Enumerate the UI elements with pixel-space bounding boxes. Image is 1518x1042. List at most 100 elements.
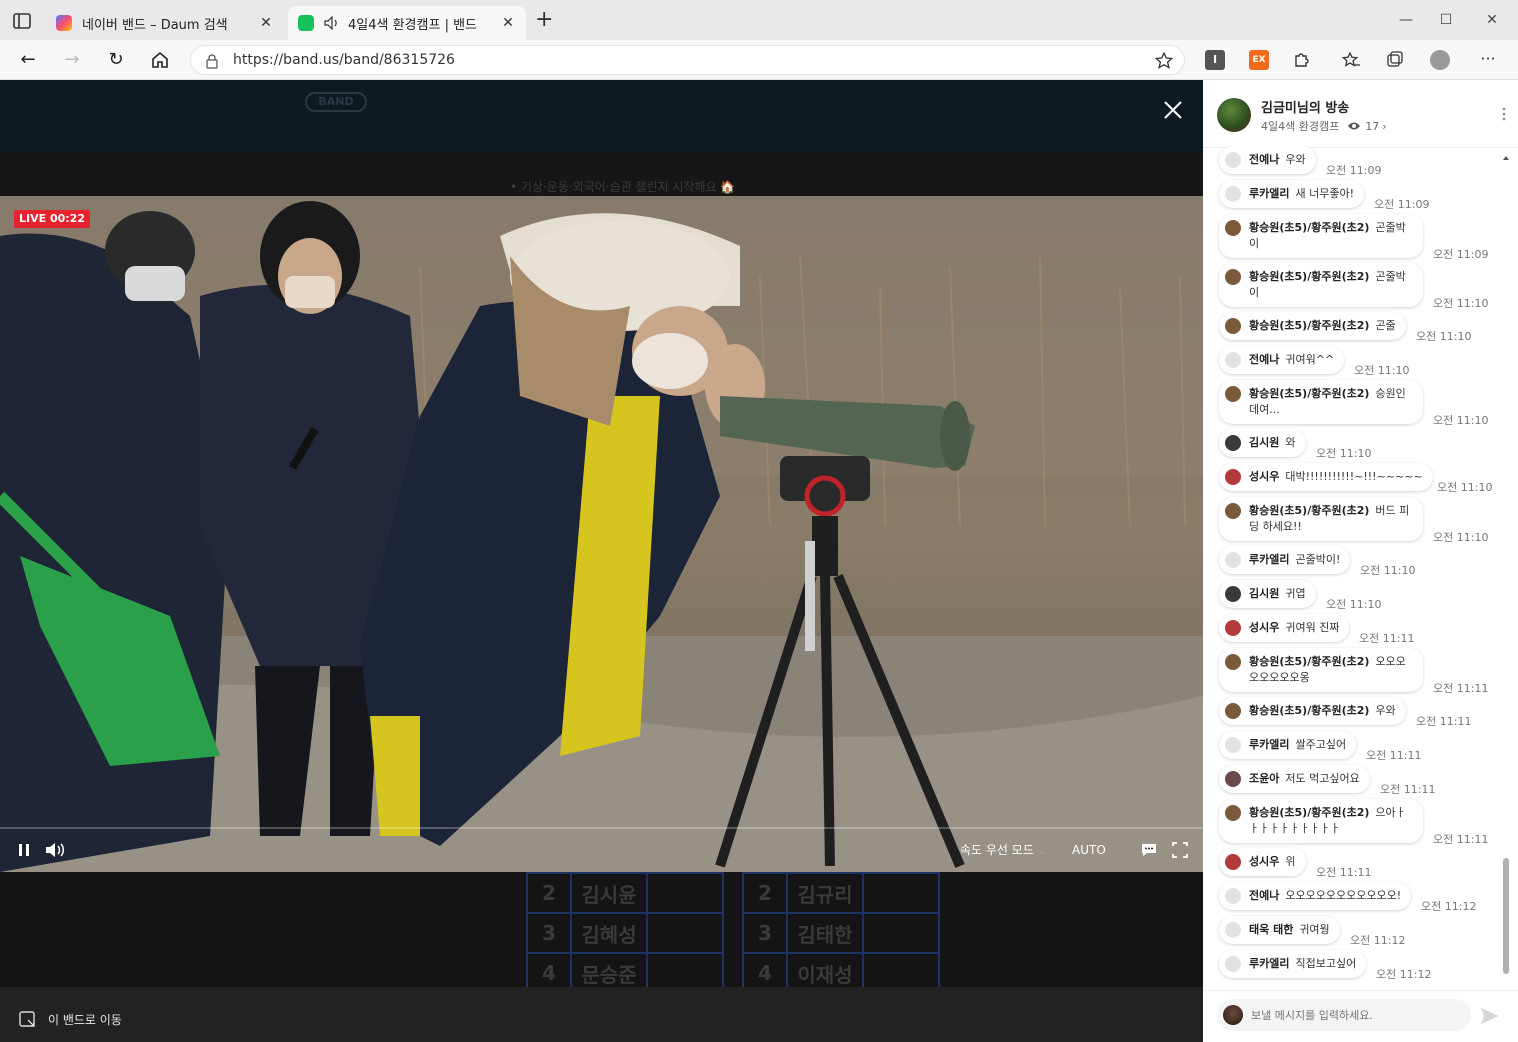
chat-username[interactable]: 성시우 [1249,470,1279,483]
chat-username[interactable]: 성시우 [1249,855,1279,868]
chat-message-list[interactable]: 전예나 우와 오전 11:09 루카엘리 새 너무좋아! 오전 11:09 황승원(초5)/… [1203,146,1501,990]
user-avatar[interactable] [1225,805,1241,821]
back-icon[interactable]: ← [16,48,40,72]
home-icon[interactable] [148,48,172,72]
chat-username[interactable]: 루카엘리 [1249,553,1289,566]
chat-username[interactable]: 황승원(초5)/황주원(초2) [1249,655,1369,668]
chat-username[interactable]: 루카엘리 [1249,957,1289,970]
tab-title: 네이버 밴드 – Daum 검색 [82,17,228,33]
user-avatar[interactable] [1225,703,1241,719]
user-avatar[interactable] [1225,771,1241,787]
chat-bubble: 황승원(초5)/황주원(초2) 곤줄박 이 [1219,263,1423,307]
chat-message-input[interactable] [1217,999,1471,1031]
maximize-icon[interactable]: ☐ [1436,10,1456,30]
chat-username[interactable]: 황승원(초5)/황주원(초2) [1249,221,1369,234]
refresh-icon[interactable]: ↻ [104,48,128,72]
chat-text: 우와 [1375,704,1396,717]
user-avatar[interactable] [1225,386,1241,402]
favorites-icon[interactable] [1341,50,1361,70]
chat-username[interactable]: 전예나 [1249,889,1279,902]
chat-message: 김시원 귀엽 오전 11:10 [1219,580,1381,611]
user-avatar[interactable] [1225,737,1241,753]
user-avatar[interactable] [1225,922,1241,938]
quality-button[interactable]: AUTO [1072,840,1106,860]
send-icon[interactable] [1479,1005,1501,1027]
user-avatar[interactable] [1225,152,1241,168]
user-avatar[interactable] [1225,586,1241,602]
chat-username[interactable]: 황승원(초5)/황주원(초2) [1249,270,1369,283]
close-window-icon[interactable]: ✕ [1482,10,1502,30]
close-viewer-icon[interactable] [1160,97,1186,123]
volume-icon[interactable] [44,840,66,860]
user-avatar[interactable] [1225,186,1241,202]
pause-icon[interactable] [16,840,32,860]
chat-username[interactable]: 김시원 [1249,587,1279,600]
chat-username[interactable]: 조윤아 [1249,772,1279,785]
more-options-icon[interactable]: ··· [1478,50,1498,70]
extension-i-icon[interactable]: I [1205,50,1225,70]
lock-icon[interactable] [205,53,219,69]
scroll-up-icon[interactable] [1502,154,1510,162]
viewer-count[interactable]: 17 [1365,120,1379,133]
extension-ex-icon[interactable]: EX [1249,50,1269,70]
group-member: 문승준 [570,952,648,987]
goto-band-button[interactable]: 이 밴드로 이동 [18,1009,122,1029]
more-vert-icon[interactable] [1502,106,1506,122]
chat-username[interactable]: 황승원(초5)/황주원(초2) [1249,319,1369,332]
url-text[interactable]: https://band.us/band/86315726 [233,52,455,68]
chat-username[interactable]: 루카엘리 [1249,187,1289,200]
chat-toggle-icon[interactable] [1140,840,1158,860]
chat-message: 황승원(초5)/황주원(초2) 버드 피딩 하세요!! 오전 11:10 [1219,497,1488,544]
user-avatar[interactable] [1225,620,1241,636]
chat-username[interactable]: 태욱 태한 [1249,923,1293,936]
user-avatar[interactable] [1225,469,1241,485]
fullscreen-icon[interactable] [1172,840,1188,860]
user-avatar[interactable] [1225,654,1241,670]
chat-bubble: 황승원(초5)/황주원(초2) 곤줄 [1219,312,1406,340]
chat-username[interactable]: 전예나 [1249,153,1279,166]
tab-close-icon[interactable]: ✕ [258,15,274,31]
collections-icon[interactable] [1385,50,1405,70]
video-progress-bar[interactable] [0,827,1203,829]
tab-close-icon[interactable]: ✕ [500,15,516,31]
user-avatar[interactable] [1225,220,1241,236]
minimize-icon[interactable]: — [1396,10,1416,30]
chat-username[interactable]: 김시원 [1249,436,1279,449]
speed-mode-button[interactable]: 속도 우선 모드 ⌄ [960,840,1046,860]
chat-username[interactable]: 황승원(초5)/황주원(초2) [1249,806,1369,819]
tab-actions-icon[interactable] [10,9,34,33]
table-row: 4 이재성 [742,952,940,987]
forward-icon[interactable]: → [60,48,84,72]
chat-timestamp: 오전 11:10 [1360,564,1416,577]
user-avatar[interactable] [1225,552,1241,568]
profile-avatar-icon[interactable] [1430,50,1450,70]
user-avatar[interactable] [1225,318,1241,334]
chat-scrollbar[interactable] [1501,152,1511,984]
user-avatar[interactable] [1225,435,1241,451]
user-avatar[interactable] [1225,854,1241,870]
scroll-thumb[interactable] [1503,858,1509,974]
band-name[interactable]: 4일4색 환경캠프 [1261,118,1339,134]
chat-username[interactable]: 성시우 [1249,621,1279,634]
user-avatar[interactable] [1225,888,1241,904]
user-avatar[interactable] [1225,352,1241,368]
tab-daum-search[interactable]: 네이버 밴드 – Daum 검색 ✕ [46,6,284,40]
tab-band[interactable]: 4일4색 환경캠프 | 밴드 ✕ [288,6,526,40]
chat-username[interactable]: 황승원(초5)/황주원(초2) [1249,504,1369,517]
table-row: 2 김규리 [742,872,940,914]
chat-username[interactable]: 전예나 [1249,353,1279,366]
broadcaster-avatar[interactable] [1217,98,1251,132]
user-avatar[interactable] [1225,503,1241,519]
table-row: 3 김혜성 [526,912,724,954]
speaker-icon[interactable] [324,16,340,30]
chat-username[interactable]: 루카엘리 [1249,738,1289,751]
video-frame[interactable]: LIVE 00:22 [0,196,1203,872]
new-tab-icon[interactable]: + [535,9,553,31]
address-bar[interactable]: https://band.us/band/86315726 [190,45,1185,75]
user-avatar[interactable] [1225,269,1241,285]
chat-username[interactable]: 황승원(초5)/황주원(초2) [1249,704,1369,717]
extensions-puzzle-icon[interactable] [1292,50,1312,70]
user-avatar[interactable] [1225,956,1241,972]
chat-username[interactable]: 황승원(초5)/황주원(초2) [1249,387,1369,400]
favorite-add-icon[interactable] [1154,51,1174,71]
